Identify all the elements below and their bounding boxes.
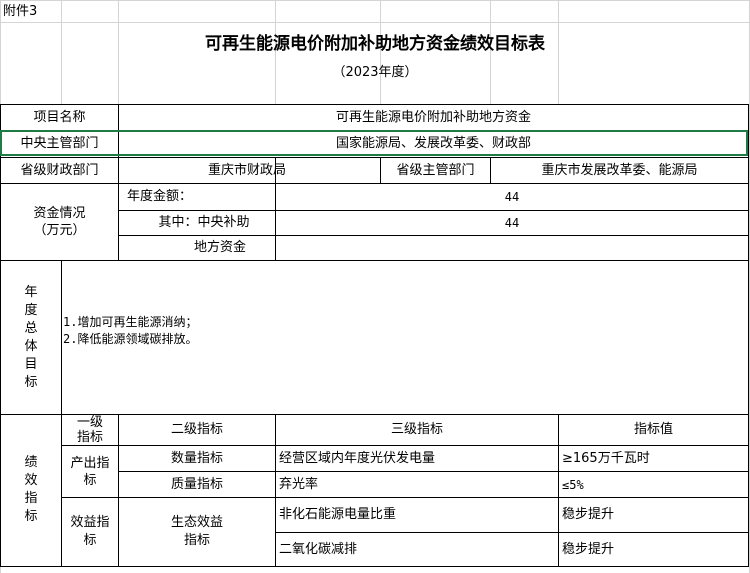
- annual-goals-label-char: 体: [24, 339, 38, 354]
- performance-indicators-label-char: 标: [24, 509, 38, 524]
- prov-dept-label: 省级主管部门: [396, 162, 475, 178]
- prov-dept-value[interactable]: 重庆市发展改革委、能源局: [491, 158, 748, 183]
- annual-goals-label-char: 总: [24, 321, 38, 336]
- annual-goals-label-char: 标: [24, 375, 38, 390]
- header-value: 指标值: [633, 422, 673, 437]
- local-funds-label: 地方资金: [193, 240, 246, 255]
- benefit-indicator-label: 效益指 标: [62, 498, 118, 566]
- non-fossil-share-value[interactable]: 稳步提升: [559, 498, 748, 532]
- central-subsidy-value[interactable]: 44: [276, 211, 748, 235]
- goal-line-2: 2.降低能源领域碳排放。: [63, 332, 198, 346]
- quantity-indicator: 数量指标: [170, 450, 223, 466]
- annual-goals-text[interactable]: 1.增加可再生能源消纳； 2.降低能源领域碳排放。: [63, 314, 743, 348]
- quantity-level3[interactable]: 经营区域内年度光伏发电量: [276, 446, 558, 471]
- quantity-value[interactable]: ≥165万千瓦时: [559, 446, 748, 471]
- quality-value[interactable]: ≤5%: [559, 472, 748, 497]
- prov-finance-label: 省级财政部门: [20, 162, 99, 178]
- output-label-line1: 产出指: [70, 455, 110, 471]
- central-dept-label: 中央主管部门: [20, 136, 99, 151]
- non-fossil-share-level3[interactable]: 非化石能源电量比重: [276, 498, 558, 532]
- co2-reduction-level3[interactable]: 二氧化碳减排: [276, 533, 558, 566]
- annual-goals-label: 年度总体目标: [1, 284, 61, 392]
- central-dept-value[interactable]: 国家能源局、发展改革委、财政部: [119, 131, 748, 157]
- output-indicator-label: 产出指 标: [62, 446, 118, 497]
- annual-amount-value[interactable]: 44: [276, 184, 748, 210]
- header-level1-line2: 指标: [76, 430, 103, 445]
- annual-goals-label-char: 年: [24, 285, 38, 300]
- quality-indicator: 质量指标: [170, 476, 223, 492]
- header-level1-line1: 一级: [76, 415, 103, 430]
- central-subsidy-label: 其中：中央补助: [158, 215, 250, 230]
- annual-goals-label-char: 目: [24, 357, 38, 372]
- quality-level3[interactable]: 弃光率: [276, 472, 558, 497]
- goal-line-1: 1.增加可再生能源消纳；: [63, 315, 198, 329]
- ecological-label-line1: 生态效益: [170, 515, 223, 530]
- prov-finance-value[interactable]: 重庆市财政局: [119, 158, 375, 183]
- header-level2: 二级指标: [170, 422, 223, 437]
- year-label: （2023年度）: [332, 65, 418, 80]
- ecological-benefit-indicator: 生态效益 指标: [119, 498, 275, 566]
- co2-reduction-value[interactable]: 稳步提升: [559, 533, 748, 566]
- performance-indicators-label-char: 效: [24, 473, 38, 488]
- header-level1: 一级 指标: [62, 415, 118, 445]
- page-title: 可再生能源电价附加补助地方资金绩效目标表: [205, 34, 545, 54]
- local-funds-value[interactable]: [276, 236, 748, 260]
- attachment-label: 附件3: [3, 4, 38, 19]
- funds-label-line1: 资金情况: [33, 206, 86, 221]
- annual-goals-label-char: 度: [24, 303, 38, 318]
- header-level3: 三级指标: [390, 422, 443, 437]
- project-name-value[interactable]: 可再生能源电价附加补助地方资金: [119, 105, 748, 130]
- performance-indicators-label: 绩效指标: [1, 454, 61, 526]
- performance-indicators-label-char: 指: [24, 491, 38, 506]
- benefit-label-line2: 标: [83, 533, 97, 548]
- ecological-label-line2: 指标: [183, 533, 210, 548]
- performance-indicators-label-char: 绩: [24, 455, 38, 470]
- project-name-label: 项目名称: [33, 109, 86, 125]
- output-label-line2: 标: [83, 472, 97, 488]
- funds-label-line2: （万元）: [33, 223, 86, 238]
- funds-label: 资金情况 （万元）: [1, 184, 118, 260]
- annual-amount-label: 年度金额：: [127, 189, 193, 204]
- benefit-label-line1: 效益指: [70, 515, 110, 530]
